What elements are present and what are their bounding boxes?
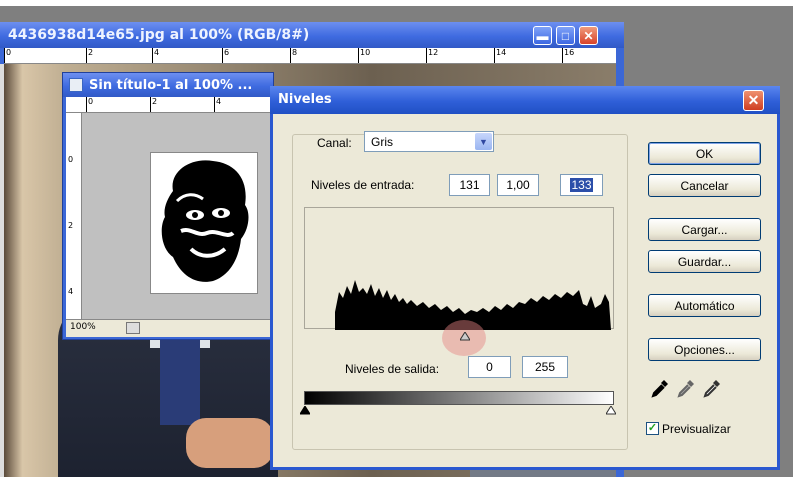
chevron-down-icon[interactable]: ▼ [475,133,492,150]
cancel-button[interactable]: Cancelar [648,174,761,197]
document-icon [69,78,83,92]
auto-button[interactable]: Automático [648,294,761,317]
output-black-value: 0 [486,360,493,374]
output-white-value: 255 [534,360,556,374]
white-eyedropper-icon[interactable] [702,378,722,398]
output-gradient-bar [304,391,614,405]
photo-tie [160,330,200,425]
gray-eyedropper-icon[interactable] [676,378,696,398]
zoom-level[interactable]: 100% [70,322,96,332]
black-eyedropper-icon[interactable] [650,378,670,398]
output-white-slider-icon[interactable] [606,406,616,415]
output-white-field[interactable]: 255 [522,356,568,378]
ruler-tick: 2 [149,97,158,112]
small-horizontal-ruler: 0 2 4 [66,97,272,113]
input-black-field[interactable]: 131 [449,174,490,196]
levels-title-bar[interactable]: Niveles ✕ [270,86,780,114]
preview-label[interactable]: Previsualizar [662,422,731,436]
document-title: 4436938d14e65.jpg al 100% (RGB/8#) [8,27,310,43]
output-black-slider-icon[interactable] [300,406,310,415]
gamma-slider-icon[interactable] [460,332,470,341]
ruler-tick: 0 [3,48,12,63]
input-white-value: 133 [570,178,593,192]
document-window-small: Sin título-1 al 100% ... 0 2 4 0 2 4 100… [62,72,274,340]
input-white-field[interactable]: 133 [560,174,603,196]
minimize-button[interactable]: ▬ [533,26,552,45]
preview-checkbox[interactable]: ✓ [646,422,659,435]
output-black-field[interactable]: 0 [468,356,511,378]
small-document-title-bar[interactable]: Sin título-1 al 100% ... [63,73,273,97]
photo-handshake [186,418,274,468]
maximize-button[interactable]: □ [556,26,575,45]
ruler-tick: 4 [68,287,74,296]
ruler-tick: 4 [213,97,222,112]
ruler-tick: 10 [357,48,371,63]
dialog-close-button[interactable]: ✕ [743,90,764,111]
document-title-bar[interactable]: 4436938d14e65.jpg al 100% (RGB/8#) ▬ □ ✕ [0,22,624,48]
ok-button[interactable]: OK [648,142,761,165]
ruler-tick: 12 [425,48,439,63]
ruler-tick: 0 [68,155,74,164]
channel-label: Canal: [317,136,352,150]
load-button[interactable]: Cargar... [648,218,761,241]
dialog-title: Niveles [278,92,332,107]
histogram [304,207,614,330]
options-button[interactable]: Opciones... [648,338,761,361]
ruler-tick: 0 [85,97,94,112]
input-gamma-field[interactable]: 1,00 [497,174,539,196]
small-vertical-ruler: 0 2 4 [66,113,82,319]
ruler-tick: 14 [493,48,507,63]
small-canvas[interactable] [82,113,272,319]
ruler-tick: 4 [151,48,160,63]
small-status-bar: 100% [66,319,272,337]
status-menu-button[interactable] [126,322,140,334]
horizontal-ruler: 0 2 4 6 8 10 12 14 16 [3,48,616,64]
small-document-title: Sin título-1 al 100% ... [89,78,253,93]
levels-dialog: Niveles ✕ Canal: Gris ▼ Niveles de entra… [270,86,780,470]
channel-select[interactable]: Gris ▼ [364,131,494,152]
input-gamma-value: 1,00 [506,178,530,192]
input-black-value: 131 [459,178,480,192]
ruler-tick: 2 [68,221,74,230]
output-levels-label: Niveles de salida: [345,362,440,376]
channel-value: Gris [371,135,393,149]
ruler-tick: 6 [221,48,230,63]
close-button[interactable]: ✕ [579,26,598,45]
save-button[interactable]: Guardar... [648,250,761,273]
input-levels-label: Niveles de entrada: [311,178,415,192]
ruler-tick: 16 [561,48,575,63]
threshold-portrait-image [150,152,258,294]
ruler-tick: 8 [289,48,298,63]
ruler-tick: 2 [85,48,94,63]
